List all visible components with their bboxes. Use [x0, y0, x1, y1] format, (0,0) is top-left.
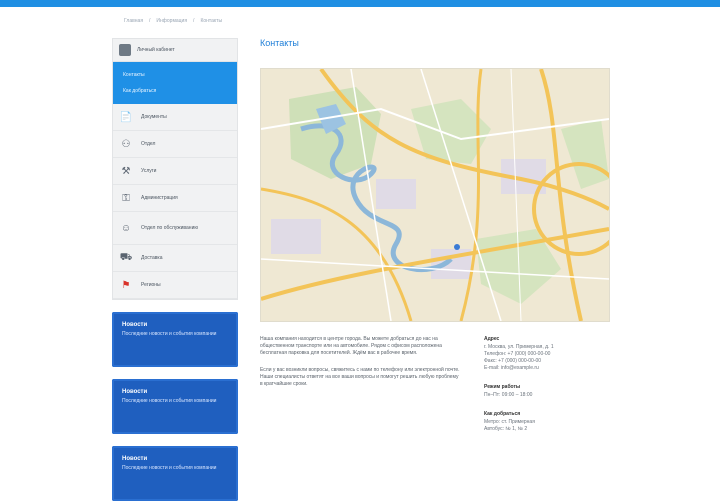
promo-banner[interactable]: Новости Последние новости и события комп…: [112, 379, 238, 434]
sidebar-item[interactable]: ⚒ Услуги: [113, 158, 237, 185]
paragraph: Если у вас возникли вопросы, свяжитесь с…: [260, 367, 460, 387]
phone-line: Телефон: +7 (000) 000-00-00: [484, 351, 551, 357]
paragraph: Наша компания находится в центре города.…: [260, 336, 442, 356]
promo-title: Новости: [122, 322, 148, 328]
sidebar-item[interactable]: ⚿ Администрация: [113, 185, 237, 212]
sidebar-item-label: Отдел по обслуживанию: [141, 224, 199, 231]
main-content: Контакты Наша компания находится в центр…: [260, 38, 610, 432]
page-title: Контакты: [260, 38, 299, 48]
avatar: [119, 44, 131, 56]
users-icon: ⚇: [121, 138, 131, 150]
address-line: г. Москва, ул. Примерная, д. 1: [484, 344, 554, 350]
contact-description: Наша компания находится в центре города.…: [260, 336, 460, 445]
sidebar-item[interactable]: ⚑ Регионы: [113, 272, 237, 299]
address-heading: Адрес: [484, 336, 500, 342]
breadcrumb: Главная / Информация / Контакты: [124, 16, 222, 26]
person-icon: ☺: [120, 222, 132, 234]
sidebar: Личный кабинет Контакты Как добраться 📄 …: [112, 38, 238, 501]
sidebar-user-item[interactable]: Личный кабинет: [113, 39, 237, 62]
breadcrumb-separator: /: [193, 18, 195, 24]
top-accent-bar: [0, 0, 720, 7]
directions-block: Как добраться Метро: ст. Примерная Автоб…: [484, 411, 610, 433]
location-map[interactable]: [260, 68, 610, 322]
promo-text: Последние новости и события компании: [122, 398, 217, 404]
sidebar-menu: Личный кабинет Контакты Как добраться 📄 …: [112, 38, 238, 300]
sidebar-item-label: Отдел: [141, 140, 156, 147]
sidebar-item-active[interactable]: Контакты Как добраться: [113, 62, 237, 104]
sidebar-active-line1: Контакты: [123, 72, 145, 78]
contact-info-section: Наша компания находится в центре города.…: [260, 336, 610, 445]
fax-line: Факс: +7 (000) 000-00-00: [484, 358, 542, 364]
breadcrumb-item-current: Контакты: [200, 18, 223, 24]
directions-heading: Как добраться: [484, 411, 521, 417]
document-icon: 📄: [119, 111, 133, 123]
sidebar-user-label: Личный кабинет: [137, 47, 175, 53]
email-link[interactable]: E-mail: info@example.ru: [484, 365, 610, 372]
breadcrumb-item[interactable]: Главная: [124, 18, 143, 24]
sidebar-item[interactable]: ⛟ Доставка: [113, 245, 237, 272]
map-graphic: [261, 69, 609, 321]
directions-line: Автобус: № 1, № 2: [484, 426, 528, 432]
sidebar-item-label: Документы: [141, 113, 167, 120]
promo-banner[interactable]: Новости Последние новости и события комп…: [112, 446, 238, 501]
promo-title: Новости: [122, 389, 148, 395]
sidebar-item[interactable]: 📄 Документы: [113, 104, 237, 131]
sidebar-active-line2: Как добраться: [123, 88, 157, 94]
key-icon: ⚿: [122, 192, 130, 204]
breadcrumb-separator: /: [149, 18, 151, 24]
hours-heading: Режим работы: [484, 384, 521, 390]
sidebar-item[interactable]: ⚇ Отдел: [113, 131, 237, 158]
hours-line: Пн–Пт: 09:00 – 18:00: [484, 392, 533, 398]
hours-block: Режим работы Пн–Пт: 09:00 – 18:00: [484, 384, 610, 399]
breadcrumb-item[interactable]: Информация: [156, 18, 187, 24]
promo-title: Новости: [122, 456, 148, 462]
sidebar-item-label: Администрация: [141, 194, 178, 201]
contact-details: Адрес г. Москва, ул. Примерная, д. 1 Тел…: [484, 336, 610, 445]
directions-line: Метро: ст. Примерная: [484, 419, 535, 425]
flag-icon: ⚑: [121, 279, 131, 291]
sidebar-item-label: Регионы: [141, 281, 161, 288]
sidebar-item[interactable]: ☺ Отдел по обслуживанию: [113, 212, 237, 245]
sidebar-item-label: Услуги: [141, 167, 157, 174]
address-block: Адрес г. Москва, ул. Примерная, д. 1 Тел…: [484, 336, 610, 372]
truck-icon: ⛟: [119, 251, 133, 263]
promo-text: Последние новости и события компании: [122, 465, 217, 471]
promo-banner[interactable]: Новости Последние новости и события комп…: [112, 312, 238, 367]
tools-icon: ⚒: [121, 165, 131, 177]
sidebar-item-label: Доставка: [141, 254, 163, 261]
promo-text: Последние новости и события компании: [122, 331, 217, 337]
